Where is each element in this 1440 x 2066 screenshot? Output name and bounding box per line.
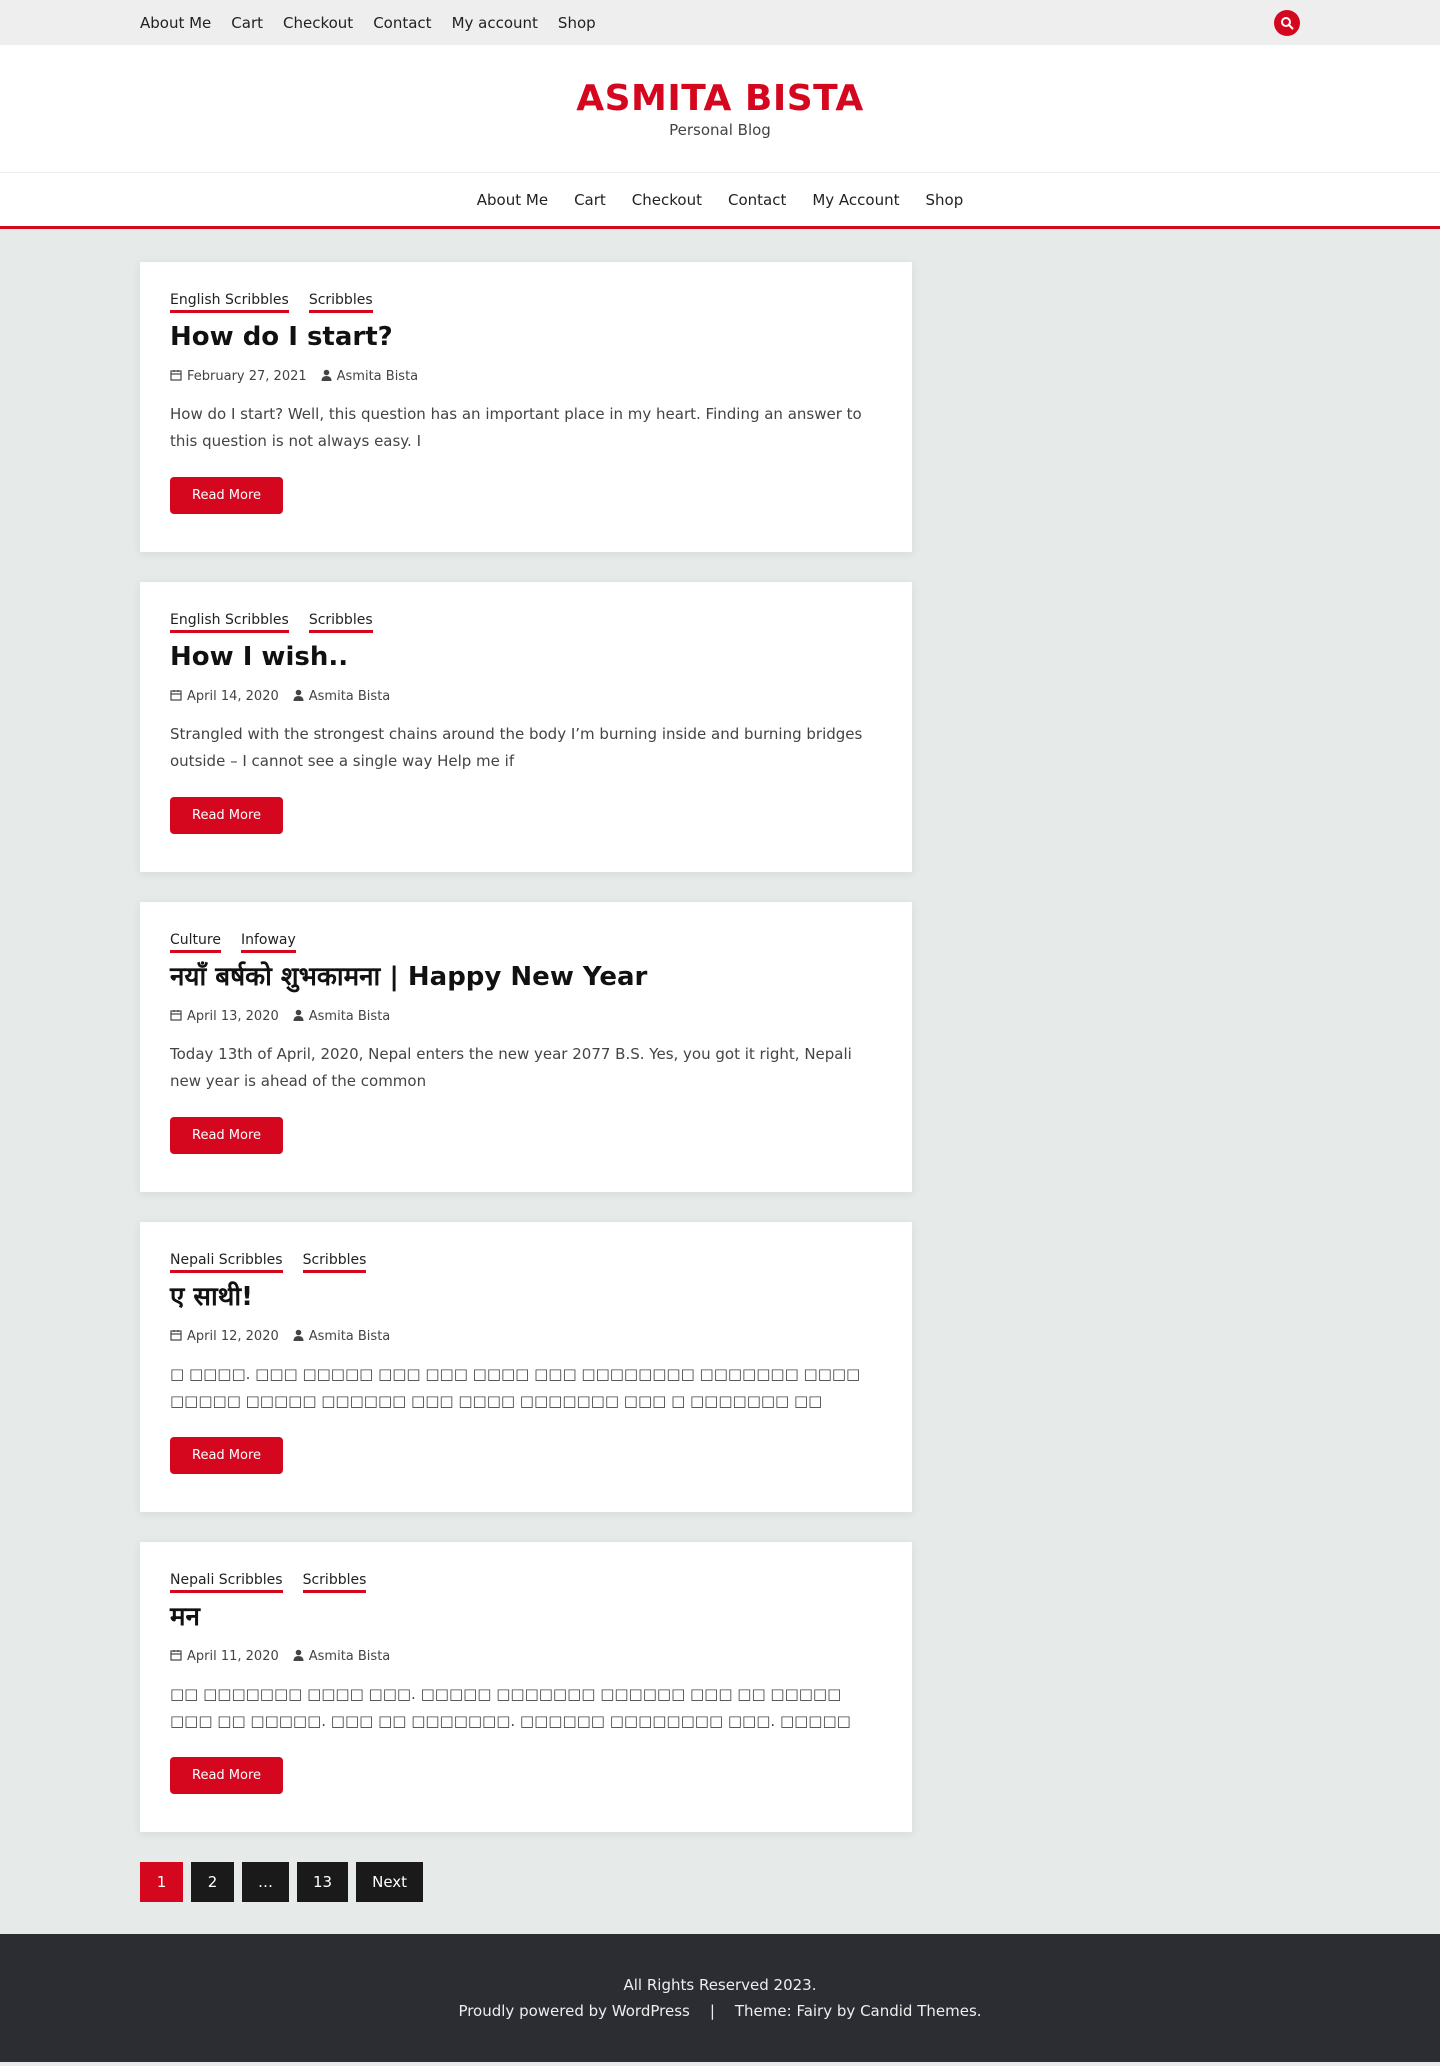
mainnav-shop[interactable]: Shop <box>925 191 963 209</box>
post-title[interactable]: मन <box>170 1601 882 1635</box>
post-title[interactable]: ए साथी! <box>170 1281 882 1315</box>
topnav-shop[interactable]: Shop <box>558 14 596 32</box>
post-title[interactable]: How I wish.. <box>170 641 882 675</box>
site-branding: ASMITA BISTA Personal Blog <box>0 45 1440 173</box>
next-page-button[interactable]: Next <box>356 1862 424 1902</box>
post-meta: April 13, 2020 Asmita Bista <box>170 1009 882 1025</box>
site-title[interactable]: ASMITA BISTA <box>576 78 864 119</box>
topnav-my-account[interactable]: My account <box>452 14 538 32</box>
category-link[interactable]: English Scribbles <box>170 612 289 633</box>
user-icon <box>293 1649 304 1665</box>
search-icon <box>1281 16 1294 29</box>
read-more-button[interactable]: Read More <box>170 1436 284 1474</box>
category-link[interactable]: Scribbles <box>302 1572 367 1593</box>
post-excerpt: Today 13th of April, 2020, Nepal enters … <box>170 1044 852 1090</box>
mainnav-contact[interactable]: Contact <box>728 191 786 209</box>
copyright-text: All Rights Reserved 2023. <box>623 1976 817 1994</box>
post-list: English Scribbles Scribbles How do I sta… <box>140 229 1300 1934</box>
category-link[interactable]: Scribbles <box>308 612 373 633</box>
topnav-cart[interactable]: Cart <box>231 14 263 32</box>
calendar-icon <box>170 1649 182 1665</box>
post-meta: April 14, 2020 Asmita Bista <box>170 689 882 705</box>
category-link[interactable]: Infoway <box>240 932 296 953</box>
post-date[interactable]: April 14, 2020 <box>187 689 279 704</box>
post-excerpt: Strangled with the strongest chains arou… <box>170 724 863 770</box>
calendar-icon <box>170 1009 182 1025</box>
post-author[interactable]: Asmita Bista <box>309 1649 391 1664</box>
site-footer: All Rights Reserved 2023. Proudly powere… <box>0 1934 1440 2062</box>
post-date[interactable]: April 13, 2020 <box>187 1009 279 1024</box>
footer-separator: | <box>709 2002 715 2020</box>
category-link[interactable]: Scribbles <box>302 1252 367 1273</box>
post-meta: April 11, 2020 Asmita Bista <box>170 1649 882 1665</box>
search-button[interactable] <box>1274 9 1300 36</box>
read-more-button[interactable]: Read More <box>170 1756 284 1794</box>
post-date[interactable]: April 11, 2020 <box>187 1649 279 1664</box>
post-title[interactable]: नयाँ बर्षको शुभकामना | Happy New Year <box>170 961 882 995</box>
page-13-link[interactable]: 13 <box>297 1862 349 1902</box>
post-author[interactable]: Asmita Bista <box>309 1009 391 1024</box>
calendar-icon <box>170 1329 182 1345</box>
post-categories: English Scribbles Scribbles <box>170 292 882 313</box>
post-title[interactable]: How do I start? <box>170 321 882 355</box>
theme-author-link[interactable]: Candid Themes. <box>860 2002 981 2020</box>
user-icon <box>293 689 304 705</box>
post-categories: Culture Infoway <box>170 932 882 953</box>
post-date[interactable]: April 12, 2020 <box>187 1329 279 1344</box>
category-link[interactable]: Nepali Scribbles <box>170 1572 283 1593</box>
site-description: Personal Blog <box>669 121 771 139</box>
topnav-checkout[interactable]: Checkout <box>283 14 353 32</box>
post-excerpt: How do I start? Well, this question has … <box>170 404 862 450</box>
pagination: 1 2 … 13 Next <box>140 1862 1300 1934</box>
post-card: Nepali Scribbles Scribbles ए साथी! April… <box>140 1222 912 1512</box>
top-bar: About Me Cart Checkout Contact My accoun… <box>0 0 1440 45</box>
page-1-current: 1 <box>140 1862 183 1902</box>
mainnav-about-me[interactable]: About Me <box>477 191 548 209</box>
category-link[interactable]: Scribbles <box>308 292 373 313</box>
topnav-contact[interactable]: Contact <box>373 14 431 32</box>
mainnav-checkout[interactable]: Checkout <box>632 191 702 209</box>
category-link[interactable]: Culture <box>170 932 221 953</box>
post-date[interactable]: February 27, 2021 <box>187 369 307 384</box>
post-categories: English Scribbles Scribbles <box>170 612 882 633</box>
post-meta: February 27, 2021 Asmita Bista <box>170 369 882 385</box>
mainnav-my-account[interactable]: My Account <box>812 191 899 209</box>
post-card: Culture Infoway नयाँ बर्षको शुभकामना | H… <box>140 902 912 1192</box>
page-ellipsis: … <box>242 1862 289 1902</box>
theme-label: Theme: Fairy by <box>734 2002 856 2020</box>
post-meta: April 12, 2020 Asmita Bista <box>170 1329 882 1345</box>
read-more-button[interactable]: Read More <box>170 796 284 834</box>
topnav-about-me[interactable]: About Me <box>140 14 211 32</box>
post-categories: Nepali Scribbles Scribbles <box>170 1252 882 1273</box>
post-card: English Scribbles Scribbles How I wish..… <box>140 582 912 872</box>
mainnav-cart[interactable]: Cart <box>574 191 606 209</box>
post-categories: Nepali Scribbles Scribbles <box>170 1572 882 1593</box>
post-author[interactable]: Asmita Bista <box>309 689 391 704</box>
calendar-icon <box>170 689 182 705</box>
post-card: English Scribbles Scribbles How do I sta… <box>140 262 912 552</box>
wordpress-link[interactable]: Proudly powered by WordPress <box>458 2002 689 2020</box>
main-navigation: About Me Cart Checkout Contact My Accoun… <box>0 173 1440 229</box>
user-icon <box>293 1009 304 1025</box>
read-more-button[interactable]: Read More <box>170 1116 284 1154</box>
post-author[interactable]: Asmita Bista <box>337 369 419 384</box>
category-link[interactable]: Nepali Scribbles <box>170 1252 283 1273</box>
post-excerpt: □□ □□□□□□□ □□□□ □□□. □□□□□ □□□□□□□ □□□□□… <box>170 1684 851 1730</box>
post-author[interactable]: Asmita Bista <box>309 1329 391 1344</box>
post-card: Nepali Scribbles Scribbles मन April 11, … <box>140 1542 912 1832</box>
user-icon <box>293 1329 304 1345</box>
category-link[interactable]: English Scribbles <box>170 292 289 313</box>
post-excerpt: □ □□□□. □□□ □□□□□ □□□ □□□ □□□□ □□□ □□□□□… <box>170 1364 861 1410</box>
calendar-icon <box>170 369 182 385</box>
read-more-button[interactable]: Read More <box>170 476 284 514</box>
page-2-link[interactable]: 2 <box>191 1862 234 1902</box>
user-icon <box>321 369 332 385</box>
top-navigation: About Me Cart Checkout Contact My accoun… <box>140 14 596 32</box>
